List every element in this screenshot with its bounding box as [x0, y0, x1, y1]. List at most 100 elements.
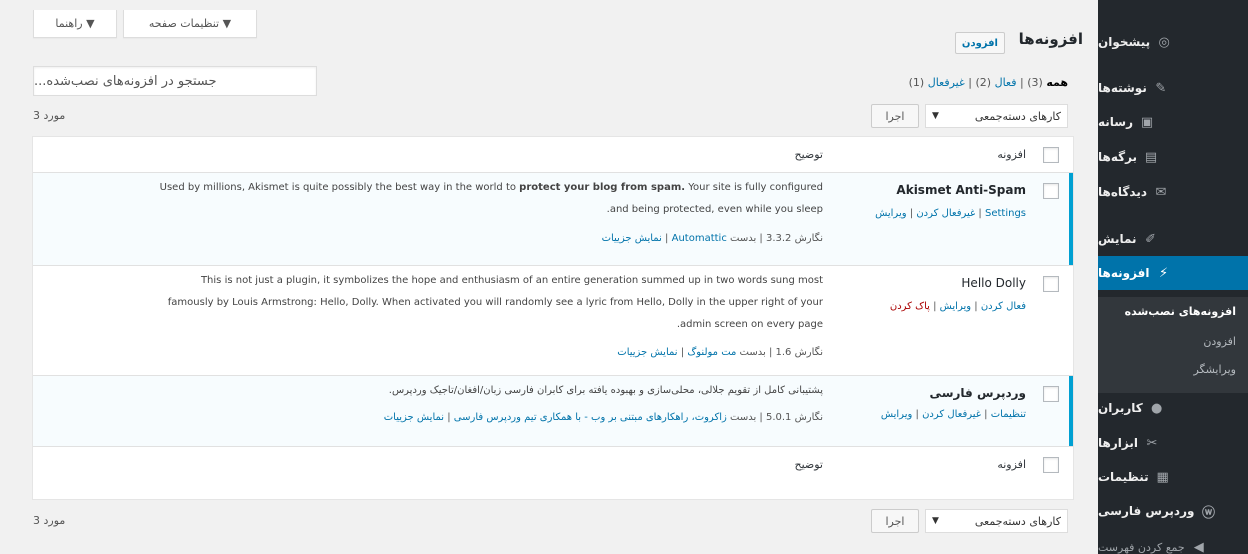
column-header-plugin[interactable]: افزونه: [997, 148, 1026, 161]
menu-label: کاربران: [1098, 401, 1143, 415]
plugin-edit-link[interactable]: ویرایش: [875, 208, 906, 219]
wp-farsi-icon: ⓦ: [1201, 505, 1215, 521]
plugin-row-wp-farsi: وردپرس فارسی تنظیمات | غیرفعال کردن | وی…: [33, 376, 1073, 447]
menu-appearance[interactable]: ✐ نمایش: [1098, 222, 1248, 256]
menu-media[interactable]: ▣ رسانه: [1098, 105, 1248, 139]
plugin-meta: نگارش 3.3.2 | بدست Automattic | نمایش جز…: [602, 233, 823, 244]
menu-pages[interactable]: ▤ برگه‌ها: [1098, 140, 1248, 174]
filter-active[interactable]: فعال: [995, 76, 1017, 89]
column-footer-plugin[interactable]: افزونه: [997, 458, 1026, 471]
plugin-details-link[interactable]: نمایش جزییات: [384, 412, 444, 423]
menu-posts[interactable]: ✎ نوشته‌ها: [1098, 71, 1248, 105]
plugin-version: نگارش 3.3.2 | بدست: [726, 233, 823, 244]
plugin-edit-link[interactable]: ویرایش: [940, 301, 971, 312]
filter-inactive[interactable]: غیرفعال: [928, 76, 965, 89]
plugin-checkbox[interactable]: [1043, 183, 1059, 199]
plugin-name: وردپرس فارسی: [929, 386, 1026, 400]
menu-label: نمایش: [1098, 232, 1137, 246]
plugin-checkbox[interactable]: [1043, 276, 1059, 292]
menu-tools[interactable]: ✂ ابزارها: [1098, 426, 1248, 460]
menu-comments[interactable]: ✉ دیدگاه‌ها: [1098, 175, 1248, 209]
filter-all[interactable]: همه: [1046, 76, 1068, 89]
description-line: پشتیبانی کامل از تقویم جلالی، محلی‌سازی …: [388, 385, 823, 396]
plugin-row-actions: Settings | غیرفعال کردن | ویرایش: [875, 208, 1026, 219]
select-all-checkbox-footer[interactable]: [1043, 457, 1059, 473]
settings-icon: ▦: [1156, 469, 1169, 485]
page-title: افزونه‌ها: [1018, 30, 1083, 48]
plugin-deactivate-link[interactable]: غیرفعال کردن: [916, 208, 975, 219]
users-icon: ●: [1151, 400, 1163, 416]
filter-active-count: (2): [975, 76, 992, 89]
column-header-description: توضیح: [794, 148, 823, 161]
bulk-action-select-bottom[interactable]: کارهای دسته‌جمعی ▼: [925, 509, 1068, 533]
bulk-action-select-top[interactable]: کارهای دسته‌جمعی ▼: [925, 104, 1068, 128]
pin-icon: ✎: [1155, 80, 1167, 96]
menu-label: ابزارها: [1098, 436, 1138, 450]
screen-options-button[interactable]: تنظیمات صفحه ▼: [123, 10, 257, 38]
meta-separator: |: [444, 412, 454, 423]
plugin-details-link[interactable]: نمایش جزییات: [602, 233, 662, 244]
plugin-version: نگارش 1.6 | بدست: [736, 347, 823, 358]
description-line: .and being protected, even while you sle…: [606, 204, 823, 215]
description-line: famously by Louis Armstrong: Hello, Doll…: [167, 297, 823, 308]
bulk-apply-button-top[interactable]: اجرا: [871, 104, 919, 128]
menu-label: نوشته‌ها: [1098, 81, 1147, 95]
submenu-add-new[interactable]: افزودن: [1203, 335, 1236, 348]
menu-users[interactable]: ● کاربران: [1098, 391, 1248, 425]
menu-label: تنظیمات: [1098, 470, 1149, 484]
select-all-checkbox[interactable]: [1043, 147, 1059, 163]
description-text: Your site is fully configured: [685, 182, 823, 193]
help-button[interactable]: راهنما ▼: [33, 10, 117, 38]
plugin-author-link[interactable]: زاکروت، راهکارهای مبتنی بر وب - با همکار…: [454, 412, 727, 423]
plugin-description: Used by millions, Akismet is quite possi…: [33, 177, 823, 221]
plugin-status-filters: همه (3) | فعال (2) | غیرفعال (1): [909, 76, 1068, 89]
tools-icon: ✂: [1146, 435, 1158, 451]
admin-sidebar: ◎ پیشخوان ✎ نوشته‌ها ▣ رسانه ▤ برگه‌ها ✉…: [1090, 0, 1248, 554]
item-count-top: 3 مورد: [33, 109, 66, 122]
plugin-name: Akismet Anti-Spam: [896, 183, 1026, 197]
menu-label: برگه‌ها: [1098, 150, 1138, 164]
add-new-plugin-button[interactable]: افزودن: [954, 32, 1005, 54]
description-line: This is not just a plugin, it symbolizes…: [200, 275, 823, 286]
submenu-installed-plugins[interactable]: افزونه‌های نصب‌شده: [1125, 305, 1236, 318]
plugin-delete-link[interactable]: پاک کردن: [890, 301, 930, 312]
menu-collapse[interactable]: ◀ جمع کردن فهرست: [1098, 530, 1248, 554]
menu-dashboard[interactable]: ◎ پیشخوان: [1098, 25, 1248, 59]
plugin-settings-link[interactable]: Settings: [985, 208, 1026, 219]
plugin-author-link[interactable]: مت مولنوگ: [687, 347, 736, 358]
menu-label: وردپرس فارسی: [1098, 504, 1195, 518]
chevron-down-icon: ▼: [932, 111, 939, 121]
menu-label: دیدگاه‌ها: [1098, 185, 1147, 199]
plugin-search-input[interactable]: جستجو در افزونه‌های نصب‌شده...: [33, 66, 317, 96]
bulk-apply-button-bottom[interactable]: اجرا: [871, 509, 919, 533]
description-line: .admin screen on every page: [676, 319, 823, 330]
description-text: Used by millions, Akismet is quite possi…: [159, 182, 520, 193]
plugin-description: پشتیبانی کامل از تقویم جلالی، محلی‌سازی …: [33, 380, 823, 402]
menu-plugins[interactable]: ⚡ افزونه‌ها: [1090, 256, 1248, 290]
filter-separator: |: [1020, 76, 1024, 89]
plugin-name: Hello Dolly: [961, 276, 1026, 290]
bulk-action-label: کارهای دسته‌جمعی: [974, 109, 1061, 123]
plugin-deactivate-link[interactable]: غیرفعال کردن: [922, 409, 981, 420]
plugin-edit-link[interactable]: ویرایش: [881, 409, 912, 420]
table-header-row: افزونه توضیح: [33, 137, 1073, 173]
plugin-checkbox[interactable]: [1043, 386, 1059, 402]
plugin-row-actions: فعال کردن | ویرایش | پاک کردن: [889, 301, 1026, 312]
submenu-editor[interactable]: ویرایشگر: [1193, 363, 1236, 376]
plugin-activate-link[interactable]: فعال کردن: [981, 301, 1026, 312]
filter-inactive-count: (1): [908, 76, 925, 89]
plugins-table: افزونه توضیح Akismet Anti-Spam Settings …: [32, 136, 1074, 500]
menu-label: پیشخوان: [1098, 35, 1151, 49]
menu-label: رسانه: [1098, 115, 1133, 129]
plugins-submenu: افزونه‌های نصب‌شده افزودن ویرایشگر: [1098, 297, 1248, 393]
chevron-down-icon: ▼: [932, 516, 939, 526]
plugin-author-link[interactable]: Automattic: [672, 233, 727, 244]
comments-icon: ✉: [1155, 184, 1167, 200]
plugins-icon: ⚡: [1158, 265, 1169, 281]
plugin-details-link[interactable]: نمایش جزییات: [617, 347, 677, 358]
menu-wp-farsi[interactable]: ⓦ وردپرس فارسی: [1098, 494, 1248, 528]
menu-settings[interactable]: ▦ تنظیمات: [1098, 460, 1248, 494]
table-footer-row: افزونه توضیح: [33, 447, 1073, 483]
plugin-settings-link[interactable]: تنظیمات: [991, 409, 1026, 420]
item-count-bottom: 3 مورد: [33, 514, 66, 527]
